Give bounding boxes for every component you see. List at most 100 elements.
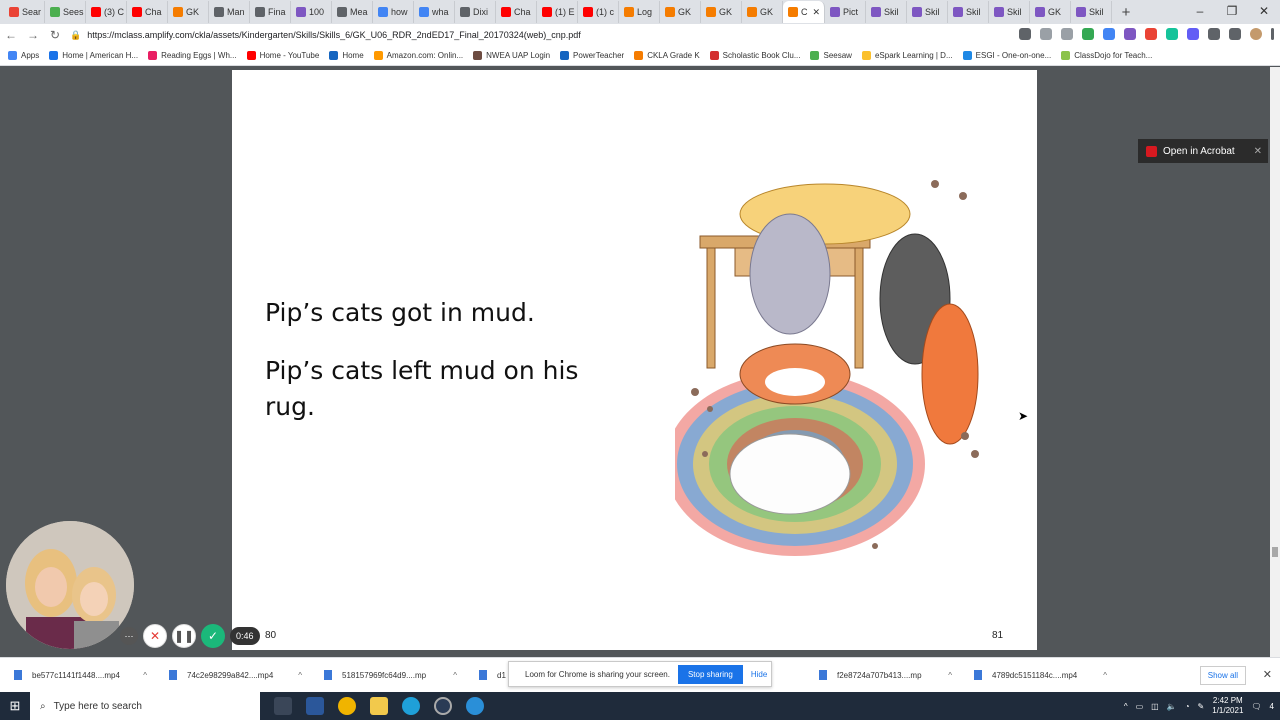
chevron-up-icon[interactable]: ^	[143, 671, 147, 680]
tab-8[interactable]: Mea	[332, 1, 373, 23]
close-downloads-icon[interactable]: ✕	[1263, 668, 1272, 681]
vertical-scrollbar[interactable]	[1270, 67, 1280, 657]
forward-button[interactable]: →	[22, 28, 44, 42]
tab-19[interactable]: C ✕	[783, 1, 825, 23]
chevron-up-icon[interactable]: ^	[453, 671, 457, 680]
tab-18[interactable]: GK	[742, 1, 783, 23]
menu-icon[interactable]	[1271, 28, 1274, 40]
download-item[interactable]: 74c2e98299a842....mp4 ^	[155, 670, 310, 680]
bookmark-item[interactable]: PowerTeacher	[560, 51, 624, 60]
maximize-button[interactable]: ❐	[1216, 0, 1248, 24]
extension-flower-icon[interactable]	[1145, 28, 1157, 40]
extension-r-icon[interactable]	[1124, 28, 1136, 40]
tab-5[interactable]: Man	[209, 1, 250, 23]
tab-close-icon[interactable]: ✕	[812, 7, 820, 18]
star-icon[interactable]	[1061, 28, 1073, 40]
extension-green-icon[interactable]	[1082, 28, 1094, 40]
close-icon[interactable]: ✕	[1254, 146, 1262, 157]
chrome-icon[interactable]	[338, 697, 356, 715]
playlist-icon[interactable]	[1229, 28, 1241, 40]
battery-icon[interactable]: ▭	[1136, 702, 1144, 711]
download-item[interactable]: 518157969fc64d9....mp ^	[310, 670, 465, 680]
scrollbar-thumb[interactable]	[1272, 547, 1278, 557]
bookmark-item[interactable]: Reading Eggs | Wh...	[148, 51, 237, 60]
tab-21[interactable]: Skil	[866, 1, 907, 23]
extension-loom-icon[interactable]	[1187, 28, 1199, 40]
taskbar-search[interactable]: ⌕ Type here to search	[30, 692, 260, 720]
tab-24[interactable]: Skil	[989, 1, 1030, 23]
bookmark-item[interactable]: ClassDojo for Teach...	[1061, 51, 1152, 60]
chevron-up-icon[interactable]: ^	[1103, 671, 1107, 680]
tab-20[interactable]: Pict	[825, 1, 866, 23]
stop-sharing-button[interactable]: Stop sharing	[677, 664, 743, 684]
notification-icon[interactable]: 🗨	[1251, 702, 1261, 711]
bookmark-item[interactable]: eSpark Learning | D...	[861, 51, 953, 60]
pause-recording-button[interactable]: ❚❚	[172, 624, 196, 648]
tab-4[interactable]: GK	[168, 1, 209, 23]
finish-recording-button[interactable]: ✓	[201, 624, 225, 648]
avatar[interactable]	[1250, 28, 1262, 40]
tab-12[interactable]: Cha	[496, 1, 537, 23]
task-view-icon[interactable]	[274, 697, 292, 715]
reload-button[interactable]: ↻	[44, 28, 66, 42]
edge-icon[interactable]	[402, 697, 420, 715]
bookmark-item[interactable]: Amazon.com: Onlin...	[373, 51, 463, 60]
wifi-icon[interactable]: ◔	[1185, 702, 1190, 711]
url-field[interactable]: https://mclass.amplify.com/ckla/assets/K…	[87, 30, 581, 40]
pen-icon[interactable]: ✎	[1198, 702, 1205, 711]
minimize-button[interactable]: –	[1184, 0, 1216, 24]
back-button[interactable]: ←	[0, 28, 22, 42]
tab-13[interactable]: (1) E	[537, 1, 578, 23]
tab-7[interactable]: 100	[291, 1, 332, 23]
tab-11[interactable]: Dixi	[455, 1, 496, 23]
close-window-button[interactable]: ✕	[1248, 0, 1280, 24]
cancel-recording-button[interactable]: ✕	[143, 624, 167, 648]
internet-explorer-icon[interactable]	[466, 697, 484, 715]
chevron-up-icon[interactable]: ^	[948, 671, 952, 680]
open-in-acrobat-button[interactable]: Open in Acrobat ✕	[1138, 139, 1268, 163]
tab-2[interactable]: (3) C	[86, 1, 127, 23]
tab-15[interactable]: Log	[619, 1, 660, 23]
tray-chevron-icon[interactable]: ^	[1124, 702, 1128, 711]
tab-14[interactable]: (1) c	[578, 1, 619, 23]
new-tab-button[interactable]: +	[1116, 4, 1136, 21]
bookmark-item[interactable]: Home | American H...	[49, 51, 138, 60]
bookmark-item[interactable]: NWEA UAP Login	[473, 51, 550, 60]
download-item[interactable]: 4789dc5151184c....mp4 ^	[960, 670, 1115, 680]
file-explorer-icon[interactable]	[370, 697, 388, 715]
tab-17[interactable]: GK	[701, 1, 742, 23]
tab-9[interactable]: how	[373, 1, 414, 23]
chevron-up-icon[interactable]: ^	[298, 671, 302, 680]
zoom-icon[interactable]	[1040, 28, 1052, 40]
tab-22[interactable]: Skil	[907, 1, 948, 23]
bookmark-item[interactable]: Home - YouTube	[246, 51, 319, 60]
bookmark-item[interactable]: Scholastic Book Clu...	[709, 51, 800, 60]
bookmark-item[interactable]: Seesaw	[810, 51, 852, 60]
tab-25[interactable]: GK	[1030, 1, 1071, 23]
hide-button[interactable]: Hide	[751, 670, 767, 679]
download-item[interactable]: f2e8724a707b413....mp ^	[805, 670, 960, 680]
tab-0[interactable]: Sear	[4, 1, 45, 23]
taskbar-clock[interactable]: 2:42 PM 1/1/2021	[1212, 696, 1243, 716]
tab-6[interactable]: Fina	[250, 1, 291, 23]
bookmark-item[interactable]: Home	[329, 51, 364, 60]
windows-start-icon[interactable]: ⊞	[0, 698, 30, 714]
tab-10[interactable]: wha	[414, 1, 455, 23]
download-item[interactable]: be577c1141f1448....mp4 ^	[0, 670, 155, 680]
tab-26[interactable]: Skil	[1071, 1, 1112, 23]
show-all-button[interactable]: Show all	[1199, 666, 1246, 685]
bookmark-item[interactable]: CKLA Grade K	[634, 51, 700, 60]
tab-23[interactable]: Skil	[948, 1, 989, 23]
more-options-button[interactable]: ⋯	[120, 627, 138, 645]
cortana-icon[interactable]	[434, 697, 452, 715]
tab-1[interactable]: Sees	[45, 1, 86, 23]
extension-blue-icon[interactable]	[1103, 28, 1115, 40]
tab-3[interactable]: Cha	[127, 1, 168, 23]
lock-icon[interactable]: 🔒	[70, 30, 81, 41]
extension-grammarly-icon[interactable]	[1166, 28, 1178, 40]
volume-icon[interactable]: 🔈	[1167, 702, 1177, 711]
word-icon[interactable]	[306, 697, 324, 715]
camera-icon[interactable]	[1019, 28, 1031, 40]
puzzle-icon[interactable]	[1208, 28, 1220, 40]
network-icon[interactable]: ◫	[1151, 702, 1159, 711]
